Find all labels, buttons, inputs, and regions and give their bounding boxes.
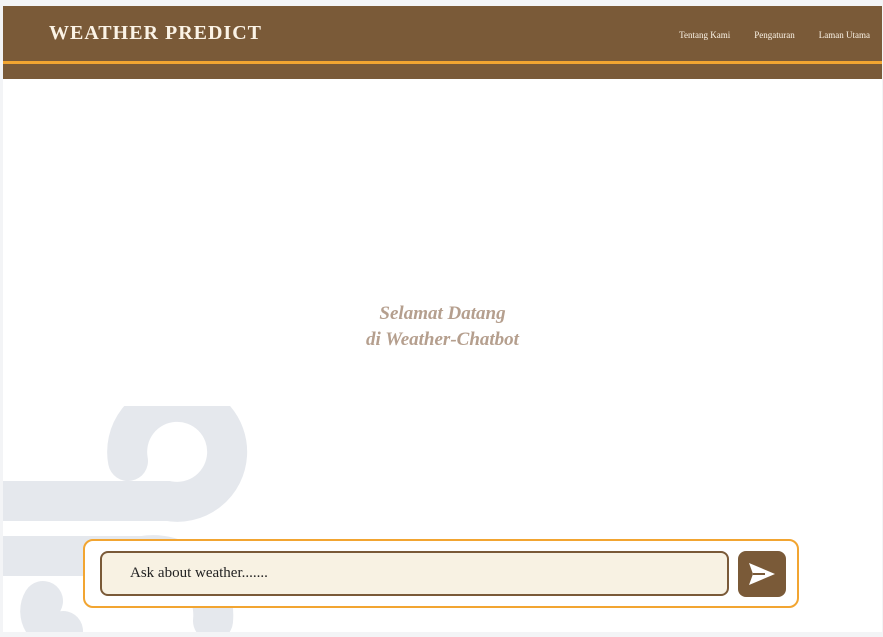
nav-laman-utama[interactable]: Laman Utama [807,30,882,40]
send-arrow-icon [749,563,775,585]
chat-bar [83,539,799,608]
welcome-message: Selamat Datang di Weather-Chatbot [3,301,882,353]
welcome-line-1: Selamat Datang [379,303,506,324]
nav-tentang-kami[interactable]: Tentang Kami [667,30,742,40]
header-bar: WEATHER PREDICT Tentang Kami Pengaturan … [3,6,882,61]
app-window: WEATHER PREDICT Tentang Kami Pengaturan … [3,6,882,632]
top-nav: Tentang Kami Pengaturan Laman Utama [667,30,882,40]
header-bottom-band [3,64,882,79]
brand-title: WEATHER PREDICT [49,22,262,44]
welcome-line-2: di Weather-Chatbot [366,329,519,350]
send-button[interactable] [738,551,786,597]
chat-input[interactable] [100,551,729,596]
nav-pengaturan[interactable]: Pengaturan [742,30,807,40]
